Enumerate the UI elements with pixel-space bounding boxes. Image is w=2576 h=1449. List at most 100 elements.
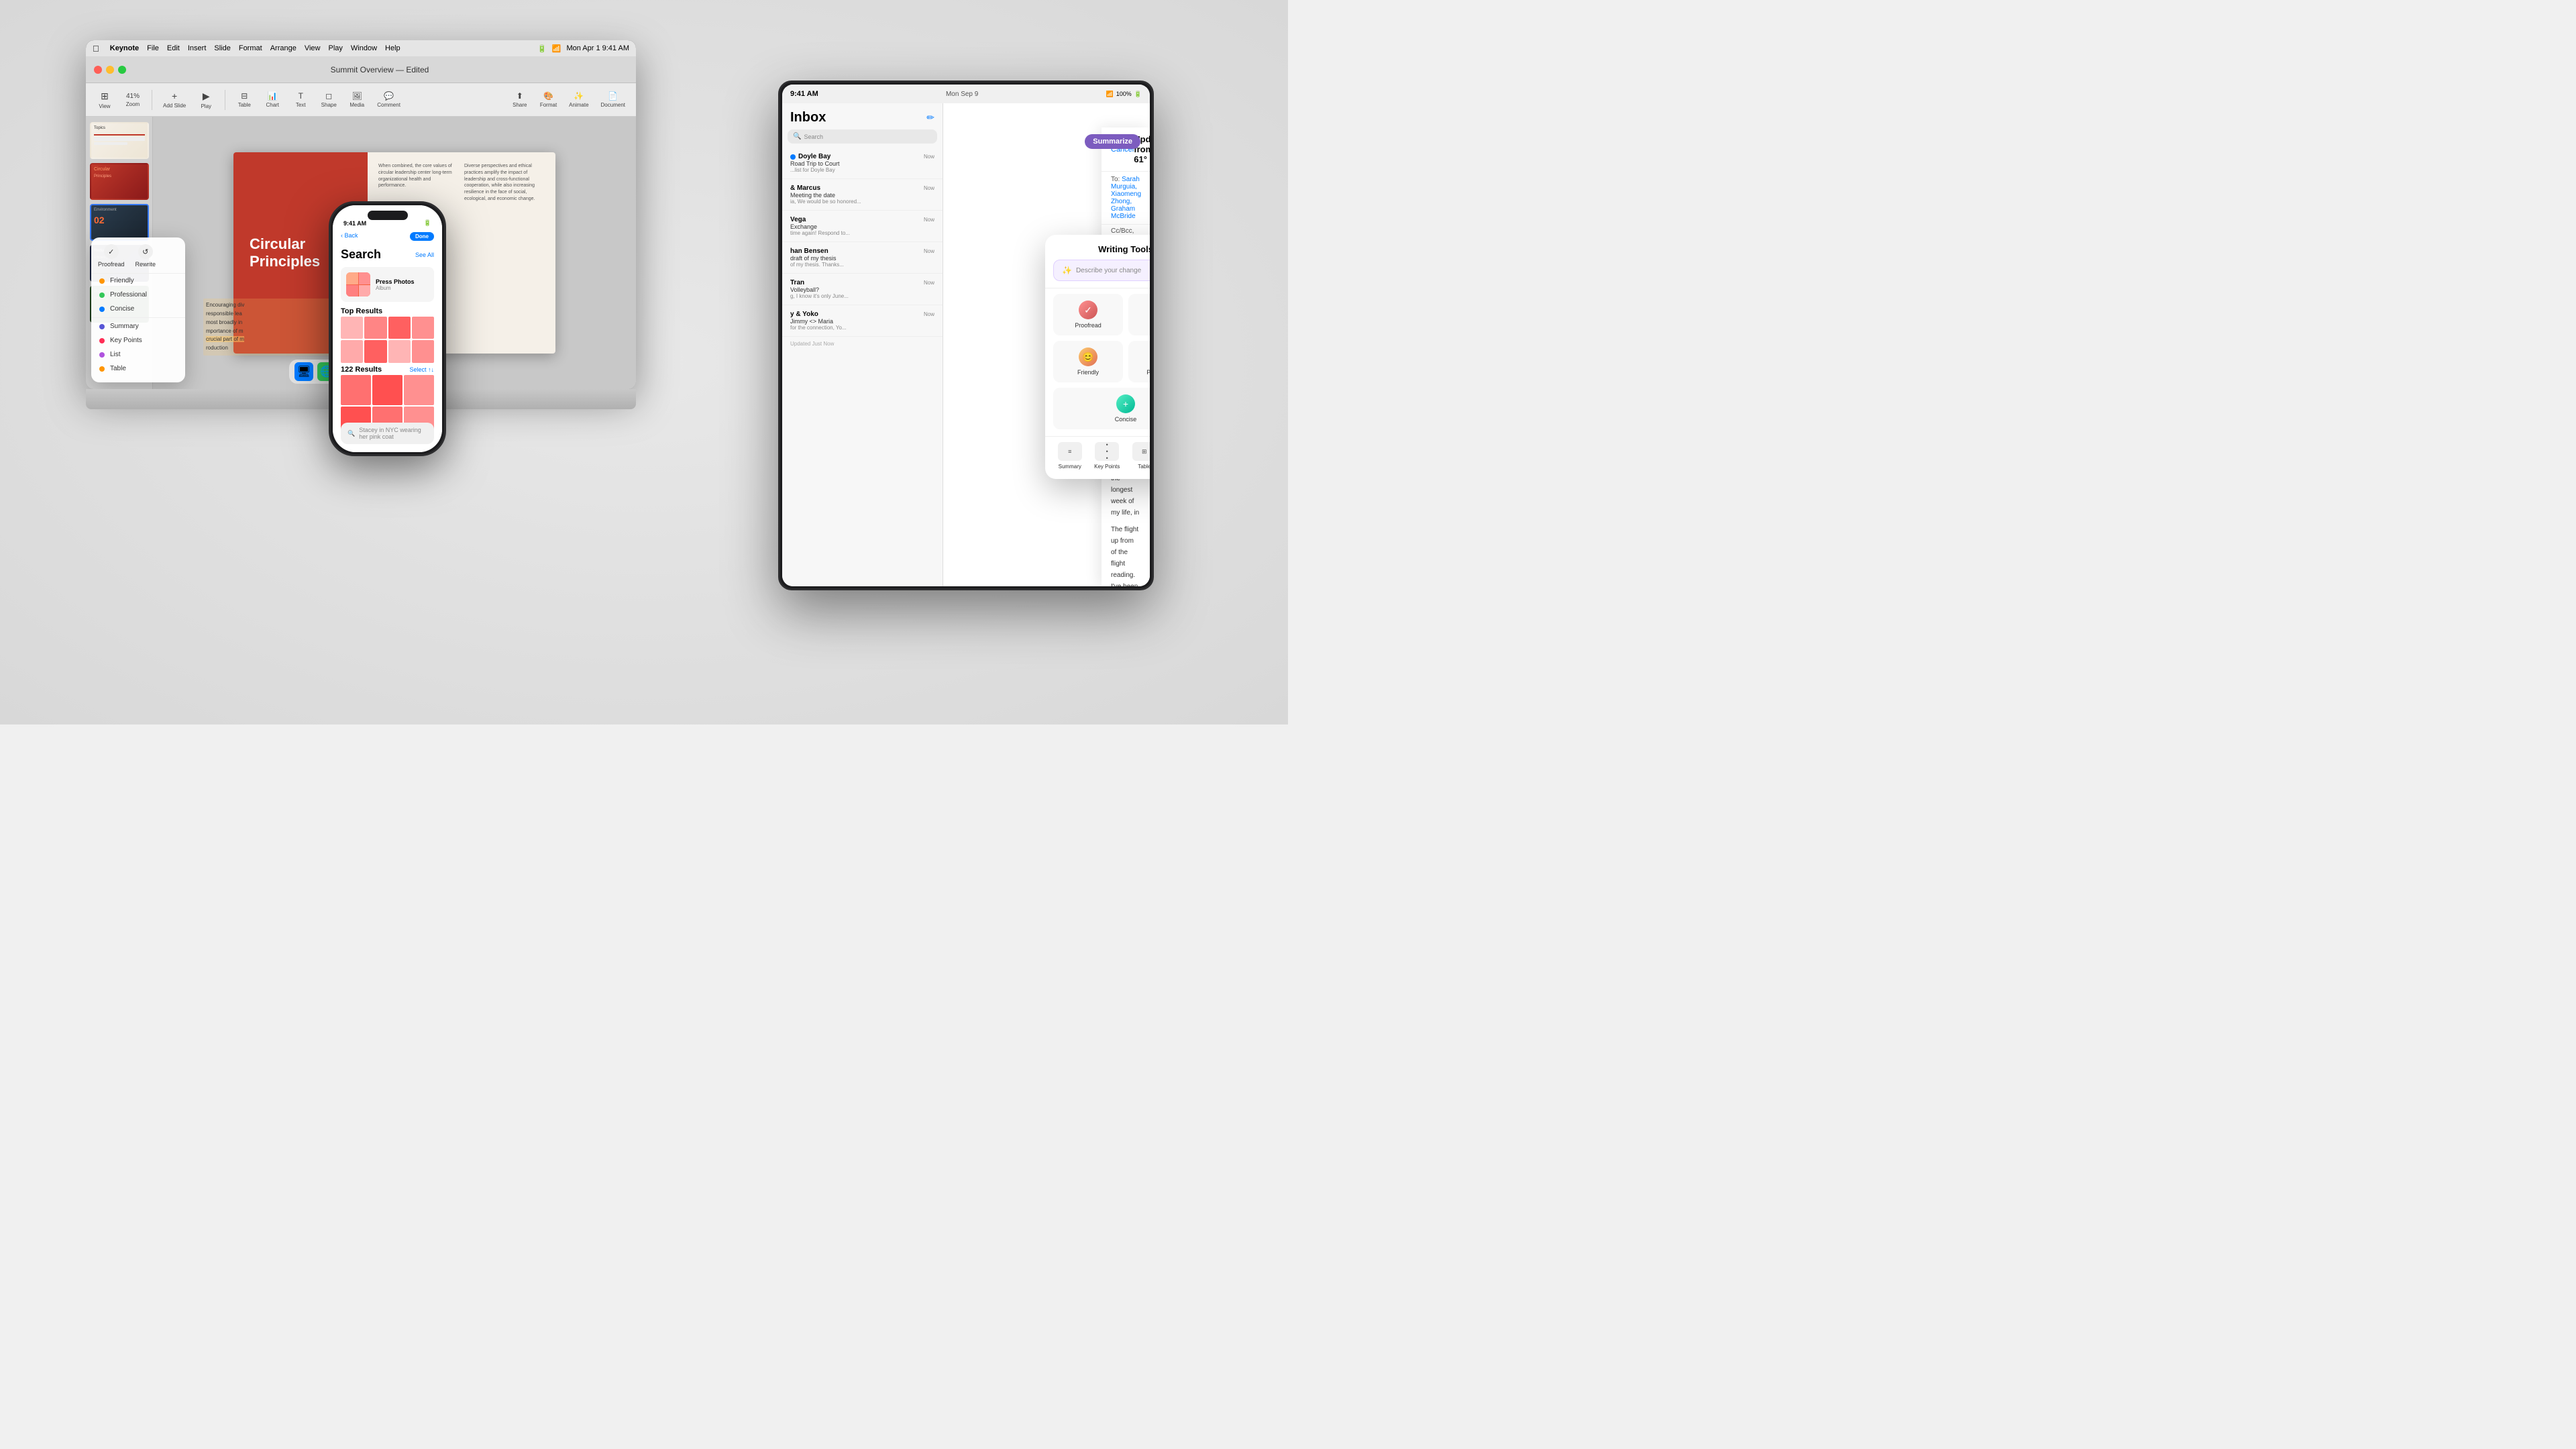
proofread-header-btn[interactable]: ✓ Proofread [98, 244, 125, 268]
rewrite-grid-btn[interactable]: ↺ Rewrite [1128, 294, 1150, 335]
toolbar-view[interactable]: ⊞View [93, 88, 117, 112]
mail-search[interactable]: 🔍 Search [788, 129, 937, 144]
photo-7[interactable] [388, 340, 411, 362]
mail-item-3[interactable]: Vega Now Exchange time again! Respond to… [782, 211, 943, 242]
menu-slide[interactable]: Slide [214, 44, 230, 52]
photo-2[interactable] [364, 317, 386, 339]
minimize-button[interactable] [106, 66, 114, 74]
results-select[interactable]: Select ↑↓ [409, 366, 434, 373]
toolbar-play[interactable]: ▶Play [194, 88, 218, 112]
mail-time-2: Now [924, 185, 934, 191]
close-button[interactable] [94, 66, 102, 74]
toolbar-media[interactable]: 🖼Media [345, 89, 369, 111]
visual-search-bar[interactable]: 🔍 Stacey in NYC wearing her pink coat [341, 423, 434, 444]
toolbar-chart[interactable]: 📊Chart [260, 89, 284, 111]
photo-5[interactable] [341, 340, 363, 362]
menu-file[interactable]: File [147, 44, 159, 52]
friendly-grid-btn[interactable]: 😊 Friendly [1053, 341, 1123, 382]
list-label: List [110, 351, 121, 358]
mail-item-6[interactable]: y & Yoko Now Jimmy <> Maria for the conn… [782, 305, 943, 337]
summarize-button[interactable]: Summarize [1085, 134, 1140, 149]
mail-item-5[interactable]: Tran Now Volleyball? g, I know it's only… [782, 274, 943, 305]
toolbar-animate[interactable]: ✨Animate [565, 89, 592, 111]
photo-1[interactable] [341, 317, 363, 339]
key-points-label: Key Points [110, 337, 142, 344]
summary-option[interactable]: Summary [91, 319, 185, 333]
result-photo-1[interactable] [341, 375, 371, 405]
friendly-grid-icon: 😊 [1079, 347, 1097, 366]
writing-tools-header: ✓ Proofread ↺ Rewrite [91, 244, 185, 274]
photo-mini-2 [359, 272, 371, 284]
dock-finder-icon[interactable]: 🖥 [294, 362, 313, 381]
toolbar-document[interactable]: 📄Document [597, 89, 629, 111]
mail-item-2[interactable]: & Marcus Now Meeting the date ia, We wou… [782, 179, 943, 211]
results-count: 122 Results [341, 366, 382, 374]
top-results-grid [333, 317, 442, 363]
slide-thumb-3[interactable]: Environment 02 [90, 204, 149, 241]
toolbar-text[interactable]: TText [288, 89, 313, 111]
iphone-battery-icon: 🔋 [424, 219, 431, 227]
ipad-body: 9:41 AM Mon Sep 9 📶 100% 🔋 Inbox ✏ [778, 80, 1154, 590]
photo-8[interactable] [412, 340, 434, 362]
concise-grid-btn[interactable]: + Concise [1053, 388, 1150, 429]
toolbar-table[interactable]: ⊟Table [232, 89, 256, 111]
mail-sender-1: Doyle Bay [798, 153, 830, 160]
key-points-dot-icon [99, 338, 105, 343]
summary-bottom-btn[interactable]: ≡ Summary [1053, 442, 1087, 470]
professional-dot-icon [99, 292, 105, 298]
mac-menubar:  Keynote File Edit Insert Slide Format … [86, 40, 636, 56]
concise-option[interactable]: Concise [91, 302, 185, 316]
photo-3[interactable] [388, 317, 411, 339]
table-bottom-btn[interactable]: ⊞ Table [1128, 442, 1150, 470]
toolbar-zoom[interactable]: 41%Zoom [121, 90, 145, 110]
mail-subject-3: Exchange [790, 223, 934, 230]
compose-to-field[interactable]: To: Sarah Murguia, Xiaomeng Zhong, Graha… [1102, 172, 1150, 225]
key-points-bottom-btn[interactable]: ••• Key Points [1091, 442, 1124, 470]
menu-format[interactable]: Format [239, 44, 262, 52]
list-option[interactable]: List [91, 347, 185, 362]
mail-item-4[interactable]: han Bensen Now draft of my thesis of my … [782, 242, 943, 274]
rewrite-header-btn[interactable]: ↺ Rewrite [136, 244, 156, 268]
key-points-option[interactable]: Key Points [91, 333, 185, 347]
menu-arrange[interactable]: Arrange [270, 44, 297, 52]
friendly-option[interactable]: Friendly [91, 274, 185, 288]
photo-6[interactable] [364, 340, 386, 362]
writing-tools-input[interactable]: ✨ Describe your change 🎙 [1053, 260, 1150, 281]
menu-help[interactable]: Help [385, 44, 400, 52]
menu-window[interactable]: Window [351, 44, 377, 52]
proofread-grid-btn[interactable]: ✓ Proofread [1053, 294, 1123, 335]
press-photos-item[interactable]: Press Photos Album [341, 267, 434, 302]
menu-insert[interactable]: Insert [188, 44, 207, 52]
writing-tools-grid: ✓ Proofread ↺ Rewrite 😊 Friendly [1045, 294, 1150, 436]
compose-icon[interactable]: ✏ [926, 112, 934, 123]
search-placeholder-text: Stacey in NYC wearing her pink coat [359, 427, 427, 440]
toolbar-share[interactable]: ⬆Share [508, 89, 532, 111]
see-all-link[interactable]: See All [415, 252, 434, 258]
menu-edit[interactable]: Edit [167, 44, 180, 52]
maximize-button[interactable] [118, 66, 126, 74]
mail-subject-4: draft of my thesis [790, 255, 934, 262]
result-photo-3[interactable] [404, 375, 434, 405]
professional-grid-btn[interactable]: 💼 Professional [1128, 341, 1150, 382]
professional-option[interactable]: Professional [91, 288, 185, 302]
photo-4[interactable] [412, 317, 434, 339]
table-option[interactable]: Table [91, 362, 185, 376]
iphone-done-button[interactable]: Done [410, 232, 434, 241]
photo-mini-3 [346, 285, 358, 297]
toolbar-comment[interactable]: 💬Comment [373, 89, 405, 111]
result-photo-2[interactable] [372, 375, 402, 405]
toolbar-format[interactable]: 🎨Format [536, 89, 561, 111]
iphone-back-button[interactable]: ‹ Back [341, 232, 358, 241]
mail-item-1[interactable]: Doyle Bay Now Road Trip to Court ...list… [782, 148, 943, 179]
press-photos-type: Album [376, 285, 415, 291]
search-title: Search [341, 248, 381, 262]
toolbar-add-slide[interactable]: +Add Slide [159, 88, 190, 111]
slide-thumb-1[interactable]: Topics [90, 122, 149, 159]
slide-thumb-2[interactable]: Circular Principles [90, 163, 149, 200]
menu-view[interactable]: View [305, 44, 321, 52]
menu-play[interactable]: Play [328, 44, 342, 52]
mail-container: Inbox ✏ 🔍 Search Doyle Bay [782, 103, 1150, 586]
toolbar-shape[interactable]: ◻Shape [317, 89, 341, 111]
mail-time-4: Now [924, 248, 934, 254]
table-bottom-icon: ⊞ [1132, 442, 1150, 461]
